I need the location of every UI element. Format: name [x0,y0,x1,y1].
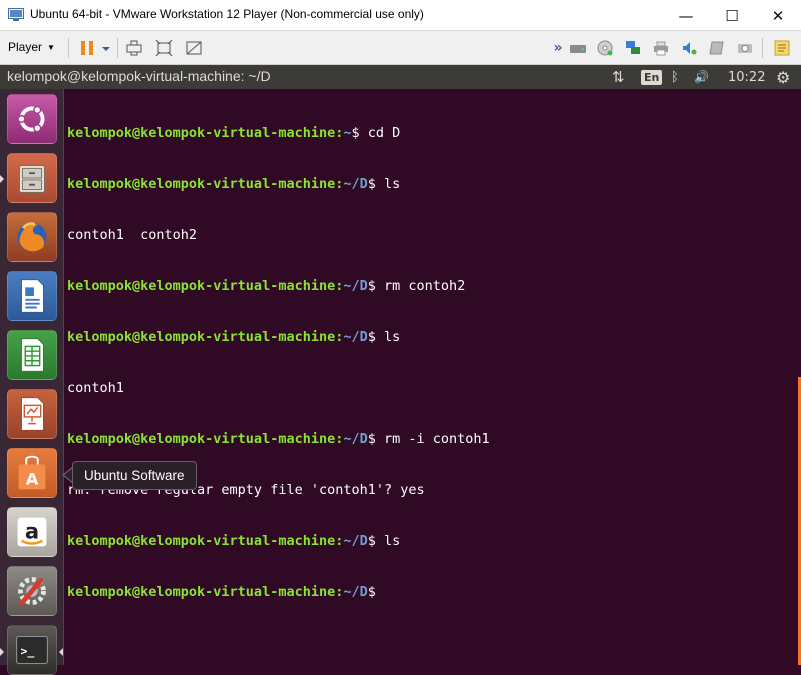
settings-gear-icon[interactable]: ⚙ [776,65,790,89]
amazon-icon: a [17,517,47,547]
terminal-line: kelompok@kelompok-virtual-machine:~/D$ r… [67,278,466,294]
hard-disk-icon[interactable] [569,39,587,57]
launcher-item-system-settings[interactable] [7,566,57,616]
running-indicator [0,648,4,656]
terminal-line: kelompok@kelompok-virtual-machine:~/D$ l… [67,176,401,192]
language-label: En [641,69,663,85]
svg-text:>_: >_ [20,644,34,659]
window-title: Ubuntu 64-bit - VMware Workstation 12 Pl… [30,7,424,21]
launcher-tooltip: Ubuntu Software [72,461,197,490]
network-adapter-icon[interactable] [624,39,642,57]
pause-icon[interactable] [78,39,96,57]
minimize-button[interactable]: — [663,0,709,31]
message-log-icon[interactable] [773,39,791,57]
floppy-icon[interactable] [708,39,726,57]
svg-text:a: a [25,519,39,544]
player-menu[interactable]: Player ▼ [8,40,55,54]
launcher-item-dash-home[interactable] [7,94,57,144]
active-window-title: kelompok@kelompok-virtual-machine: ~/D [7,68,271,84]
sound-card-icon[interactable] [680,39,698,57]
settings-wrench-icon [18,577,46,606]
vmware-title-bar: Ubuntu 64-bit - VMware Workstation 12 Pl… [0,0,801,31]
printer-icon[interactable] [652,39,670,57]
ubuntu-top-panel: kelompok@kelompok-virtual-machine: ~/D ⇅… [0,65,801,89]
terminal-line: contoh1 [67,380,124,396]
vmware-toolbar: Player ▼ » [0,31,801,65]
terminal-line: kelompok@kelompok-virtual-machine:~/D$ r… [67,431,490,447]
launcher-item-terminal[interactable]: >_ [7,625,57,675]
pause-dropdown-icon[interactable] [100,39,112,57]
launcher-item-amazon[interactable]: a [7,507,57,557]
firefox-icon [17,222,47,252]
terminal-line: kelompok@kelompok-virtual-machine:~/D$ l… [67,329,401,345]
terminal-line: kelompok@kelompok-virtual-machine:~$ cd … [67,125,401,141]
launcher-item-libreoffice-calc[interactable] [7,330,57,380]
toolbar-divider [117,38,118,58]
launcher-item-firefox[interactable] [7,212,57,262]
launcher-item-libreoffice-writer[interactable] [7,271,57,321]
ubuntu-logo-icon [17,105,45,133]
player-menu-label: Player [8,40,43,54]
more-devices-icon[interactable]: » [546,31,570,65]
clock[interactable]: 10:22 [728,65,765,89]
file-cabinet-icon [19,165,45,193]
terminal-line: contoh1 contoh2 [67,227,198,243]
unity-mode-icon[interactable] [185,39,203,57]
send-ctrl-alt-del-icon[interactable] [125,39,143,57]
toolbar-divider [762,38,763,58]
fit-guest-icon[interactable] [155,39,173,57]
writer-icon [20,279,44,313]
terminal-line: kelompok@kelompok-virtual-machine:~/D$ [67,584,376,600]
launcher-item-libreoffice-impress[interactable] [7,389,57,439]
keyboard-language-indicator[interactable]: En [641,65,663,89]
camera-icon[interactable] [736,39,754,57]
terminal-line: kelompok@kelompok-virtual-machine:~/D$ l… [67,533,401,549]
active-indicator [59,648,63,656]
launcher-item-ubuntu-software[interactable]: A [7,448,57,498]
close-button[interactable]: ✕ [755,0,801,31]
terminal-icon: >_ [16,636,48,664]
unity-launcher: A a >_ [0,89,64,675]
network-icon[interactable]: ⇅ [612,65,625,89]
toolbar-divider [68,38,69,58]
running-indicator [0,175,4,183]
calc-icon [20,338,44,372]
terminal-window[interactable]: kelompok@kelompok-virtual-machine:~$ cd … [64,89,801,665]
cd-dvd-icon[interactable] [596,39,614,57]
vmware-app-icon [8,8,24,21]
impress-icon [20,397,44,431]
maximize-button[interactable]: ☐ [709,0,755,31]
volume-icon[interactable]: 🔊 [694,65,709,89]
svg-text:A: A [26,470,39,489]
terminal-output: kelompok@kelompok-virtual-machine:~$ cd … [67,91,490,635]
chevron-down-icon: ▼ [47,42,55,52]
launcher-item-files[interactable] [7,153,57,203]
bluetooth-icon[interactable]: ᛒ [671,65,679,89]
shopping-bag-icon: A [18,455,46,490]
